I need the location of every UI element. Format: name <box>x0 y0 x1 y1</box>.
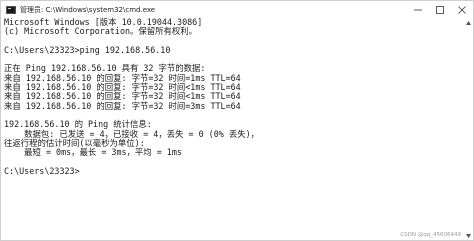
arrow-up-icon <box>466 20 471 25</box>
title-bar[interactable]: 管理员: C:\Windows\system32\cmd.exe <box>1 1 473 18</box>
console-line: C:\Users\23323> <box>4 165 80 176</box>
scroll-up-button[interactable] <box>465 19 472 26</box>
maximize-button[interactable] <box>429 1 451 18</box>
minimize-icon <box>414 9 422 10</box>
vertical-scrollbar[interactable] <box>464 18 473 240</box>
console-line: (c) Microsoft Corporation。保留所有权利。 <box>4 26 198 37</box>
minimize-button[interactable] <box>407 1 429 18</box>
window-title: 管理员: C:\Windows\system32\cmd.exe <box>20 5 156 14</box>
scroll-down-button[interactable] <box>465 232 472 239</box>
window-controls <box>407 1 473 18</box>
close-button[interactable] <box>451 1 473 18</box>
close-icon <box>458 5 466 14</box>
console-output[interactable]: Microsoft Windows [版本 10.0.19044.3086] (… <box>1 17 463 240</box>
console-line: 来自 192.168.56.10 的回复: 字节=32 时间=3ms TTL=6… <box>4 100 241 111</box>
cmd-icon <box>6 5 16 14</box>
arrow-down-icon <box>466 233 471 238</box>
maximize-icon <box>436 5 444 14</box>
console-line: 最短 = 0ms，最长 = 3ms，平均 = 1ms <box>4 147 182 158</box>
console-line: C:\Users\23323>ping 192.168.56.10 <box>4 44 171 55</box>
cmd-window: 管理员: C:\Windows\system32\cmd.exe Microso… <box>0 0 474 241</box>
watermark: CSDN @qq_45606449 <box>400 232 461 238</box>
